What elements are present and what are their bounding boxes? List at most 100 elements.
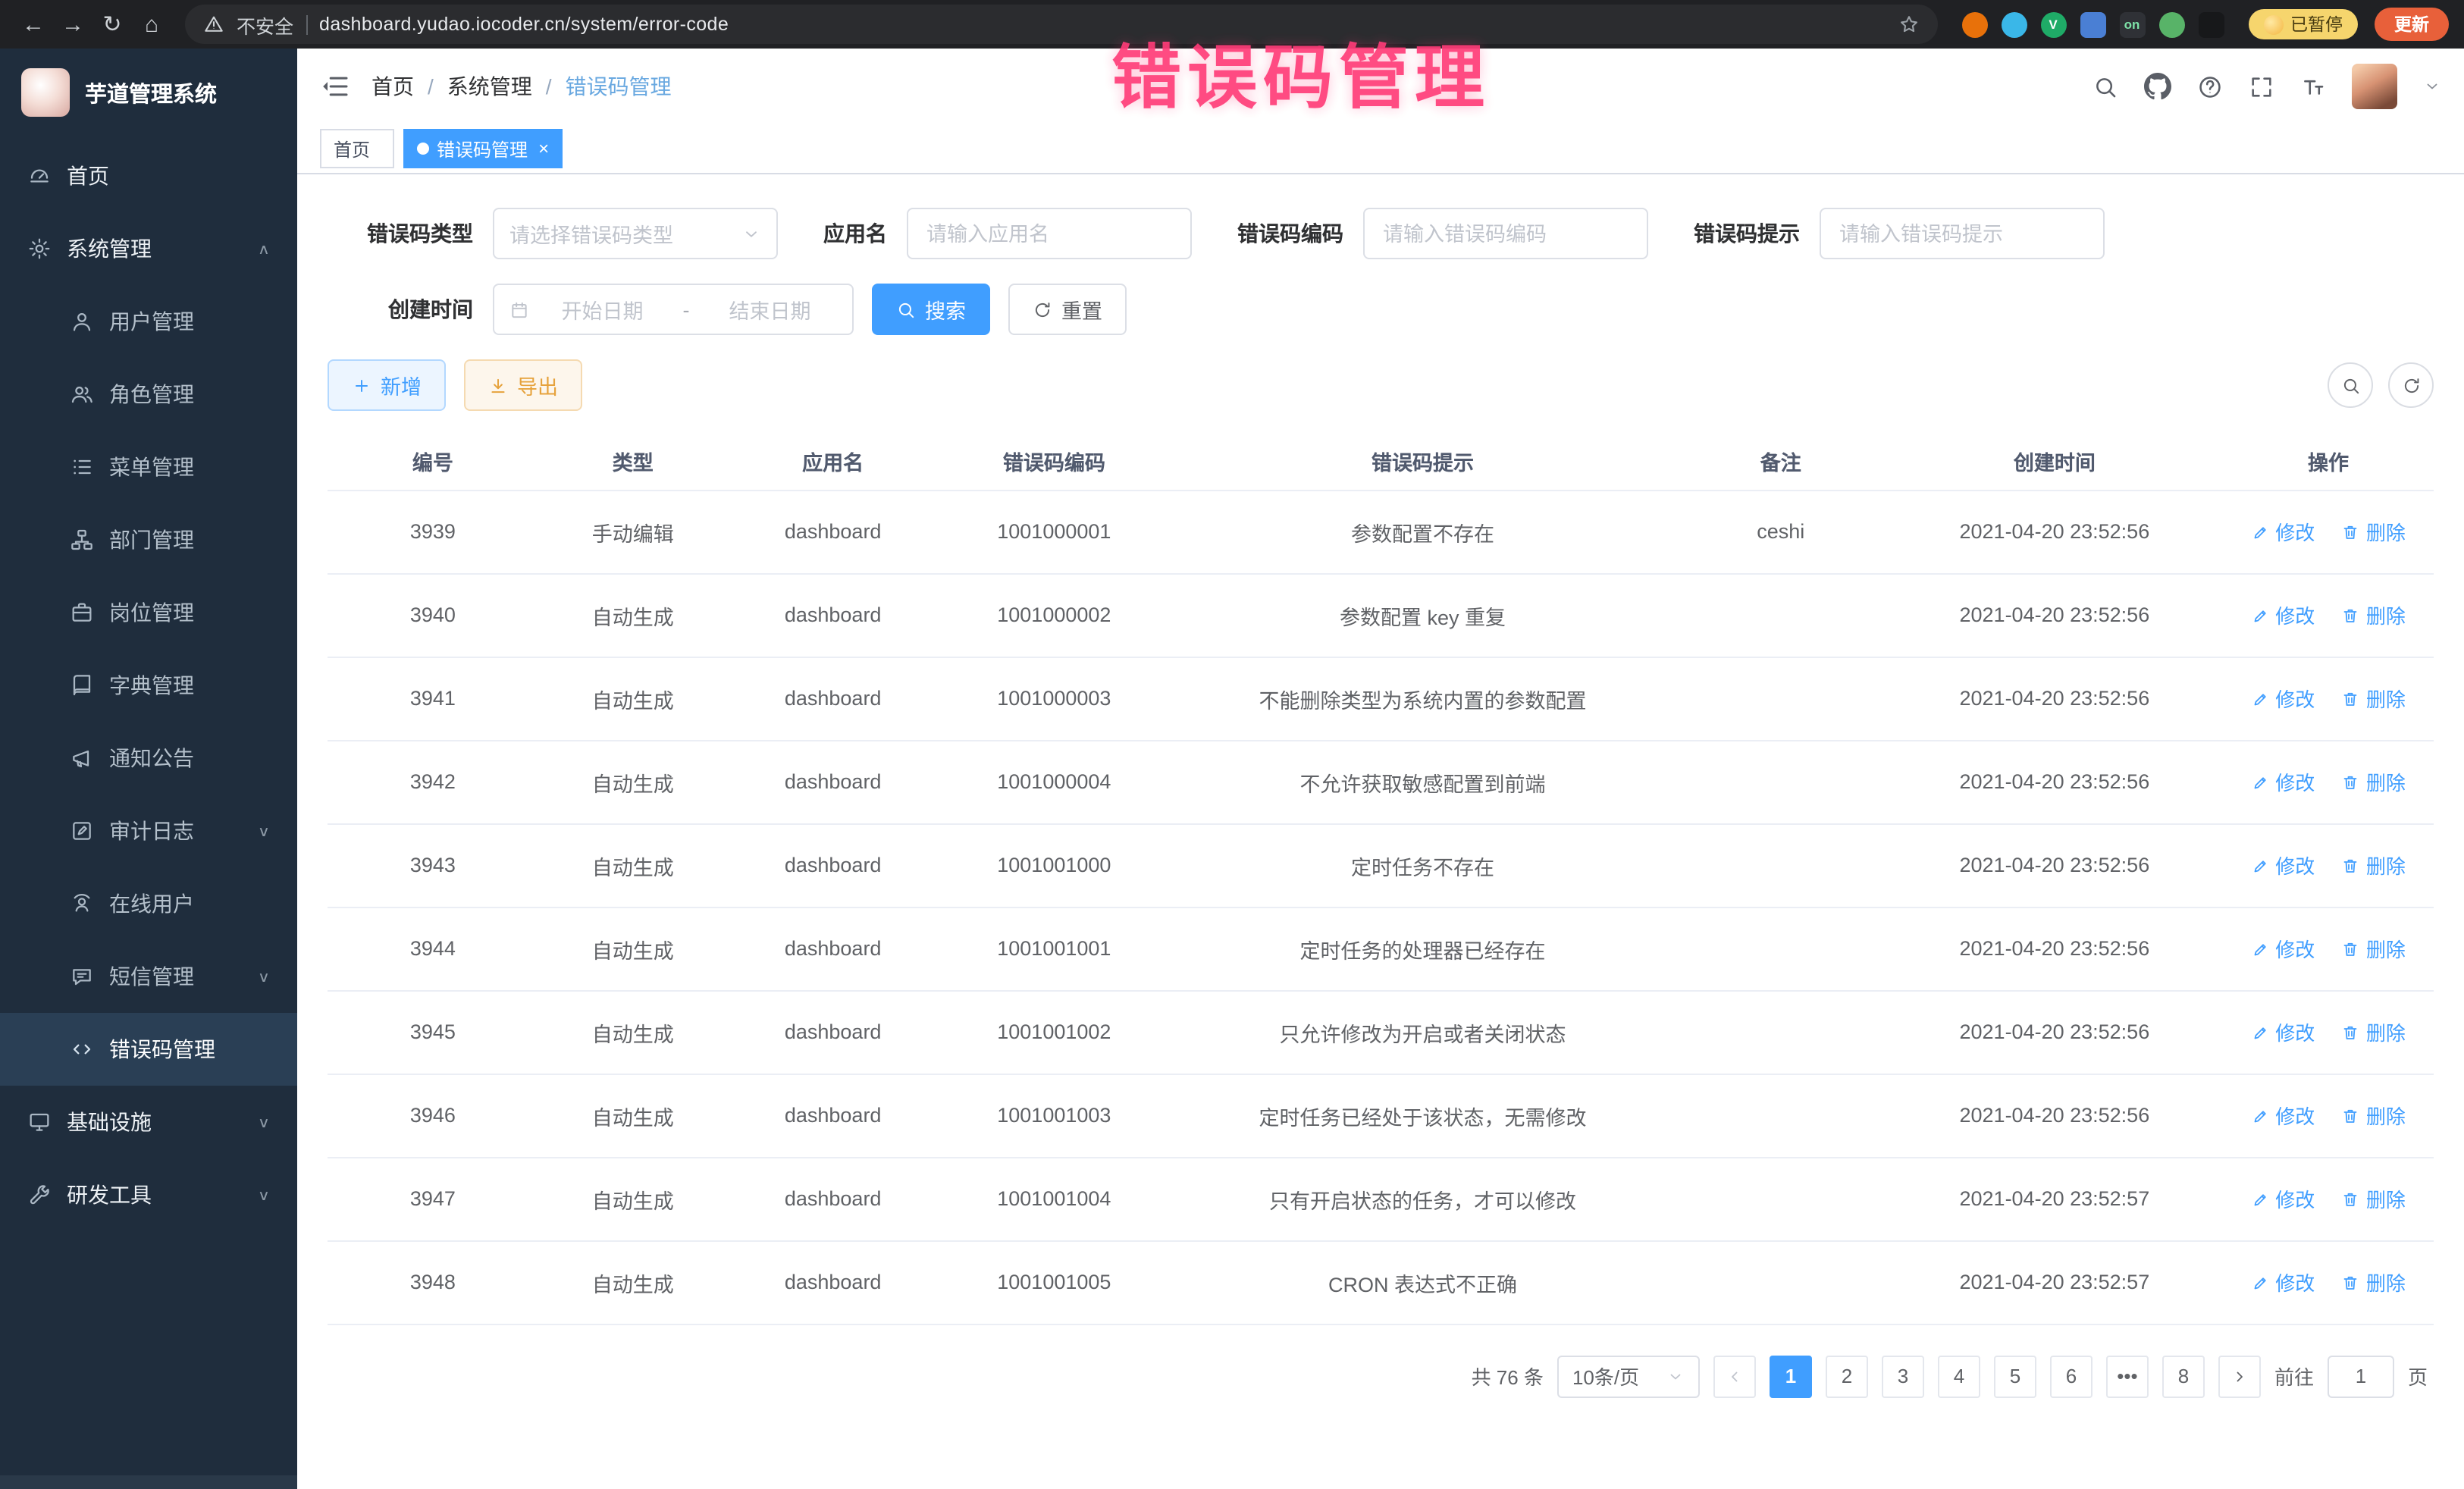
edit-link[interactable]: 修改 [2251, 684, 2315, 713]
cell-actions: 修改 删除 [2223, 823, 2434, 907]
delete-link[interactable]: 删除 [2342, 767, 2406, 796]
page-button[interactable]: 2 [1826, 1355, 1868, 1397]
delete-link[interactable]: 删除 [2342, 934, 2406, 963]
edit-link[interactable]: 修改 [2251, 851, 2315, 879]
sidebar-item[interactable]: 菜单管理 [0, 431, 297, 503]
delete-link[interactable]: 删除 [2342, 1184, 2406, 1213]
sidebar-item[interactable]: 通知公告 [0, 722, 297, 795]
browser-forward-button[interactable]: → [55, 6, 91, 42]
error-code-input[interactable] [1363, 208, 1648, 259]
page-tab[interactable]: 首页 [320, 129, 394, 168]
date-range-picker[interactable]: 开始日期 - 结束日期 [493, 284, 854, 335]
edit-link[interactable]: 修改 [2251, 767, 2315, 796]
paused-badge[interactable]: 已暂停 [2248, 9, 2358, 39]
sidebar-item-label: 角色管理 [109, 379, 194, 409]
prev-page-button[interactable] [1713, 1355, 1756, 1397]
edit-link[interactable]: 修改 [2251, 1184, 2315, 1213]
cell-app-name: dashboard [728, 1240, 939, 1324]
extension-icon[interactable] [2080, 11, 2105, 37]
filter-row-2: 创建时间 开始日期 - 结束日期 搜索 重置 [328, 284, 2434, 335]
sidebar-item[interactable]: 岗位管理 [0, 576, 297, 649]
sidebar-item[interactable]: 审计日志 ∨ [0, 795, 297, 867]
sidebar-item[interactable]: 字典管理 [0, 649, 297, 722]
help-icon[interactable] [2197, 74, 2223, 99]
sidebar-item[interactable]: 用户管理 [0, 285, 297, 358]
edit-link[interactable]: 修改 [2251, 600, 2315, 629]
sidebar-item[interactable]: 研发工具 ∨ [0, 1158, 297, 1231]
page-button[interactable]: ••• [2106, 1355, 2149, 1397]
breadcrumb-system[interactable]: 系统管理 [447, 71, 532, 102]
chevron-icon: ∨ [258, 968, 270, 985]
delete-link[interactable]: 删除 [2342, 600, 2406, 629]
extension-icon[interactable] [2198, 11, 2224, 37]
fullscreen-icon[interactable] [2249, 74, 2274, 99]
app-name-input[interactable] [907, 208, 1192, 259]
edit-link[interactable]: 修改 [2251, 934, 2315, 963]
star-icon[interactable] [1898, 14, 1919, 35]
sidebar-item[interactable]: 在线用户 [0, 867, 297, 940]
delete-link[interactable]: 删除 [2342, 1017, 2406, 1046]
breadcrumb-home[interactable]: 首页 [371, 71, 414, 102]
font-size-icon[interactable] [2300, 74, 2326, 99]
next-page-button[interactable] [2218, 1355, 2261, 1397]
add-button[interactable]: 新增 [328, 359, 446, 411]
sidebar-item[interactable]: 首页 [0, 139, 297, 212]
extension-icon[interactable] [1961, 11, 1987, 37]
extension-icon[interactable]: on [2119, 11, 2145, 37]
delete-link[interactable]: 删除 [2342, 851, 2406, 879]
delete-link-label: 删除 [2366, 517, 2406, 546]
tab-close-icon[interactable]: × [538, 138, 549, 159]
page-button[interactable]: 6 [2050, 1355, 2093, 1397]
delete-link[interactable]: 删除 [2342, 1268, 2406, 1296]
page-button[interactable]: 4 [1938, 1355, 1980, 1397]
page-button[interactable]: 8 [2162, 1355, 2205, 1397]
search-button[interactable]: 搜索 [872, 284, 990, 335]
extension-icon[interactable] [2158, 11, 2184, 37]
sidebar-item[interactable]: 角色管理 [0, 358, 297, 431]
delete-link[interactable]: 删除 [2342, 1101, 2406, 1130]
goto-label: 前往 [2274, 1362, 2314, 1390]
cell-error-message: 不能删除类型为系统内置的参数配置 [1170, 657, 1676, 740]
sidebar-item[interactable]: 部门管理 [0, 503, 297, 576]
hamburger-icon[interactable] [320, 71, 350, 102]
delete-icon [2342, 1023, 2360, 1041]
delete-link[interactable]: 删除 [2342, 684, 2406, 713]
edit-link[interactable]: 修改 [2251, 1268, 2315, 1296]
extension-icon[interactable] [2001, 11, 2027, 37]
page-button[interactable]: 5 [1994, 1355, 2036, 1397]
github-icon[interactable] [2144, 73, 2171, 100]
search-icon[interactable] [2093, 74, 2118, 99]
browser-back-button[interactable]: ← [15, 6, 52, 42]
extension-icon[interactable]: V [2040, 11, 2066, 37]
error-type-select[interactable]: 请选择错误码类型 [493, 208, 778, 259]
export-button[interactable]: 导出 [464, 359, 582, 411]
address-bar[interactable]: 不安全 dashboard.yudao.iocoder.cn/system/er… [185, 5, 1937, 44]
sidebar-item[interactable]: 短信管理 ∨ [0, 940, 297, 1013]
cell-type: 自动生成 [538, 990, 728, 1074]
edit-link[interactable]: 修改 [2251, 1101, 2315, 1130]
update-button[interactable]: 更新 [2375, 8, 2449, 41]
refresh-table-button[interactable] [2388, 362, 2434, 408]
cell-app-name: dashboard [728, 1157, 939, 1240]
page-tab[interactable]: 错误码管理 × [403, 129, 563, 168]
browser-reload-button[interactable]: ↻ [94, 6, 130, 42]
edit-link[interactable]: 修改 [2251, 517, 2315, 546]
goto-page-input[interactable] [2328, 1355, 2394, 1397]
page-button[interactable]: 3 [1882, 1355, 1924, 1397]
caret-down-icon[interactable] [2423, 77, 2441, 96]
app-logo[interactable]: 芋道管理系统 [0, 49, 297, 136]
browser-home-button[interactable]: ⌂ [133, 6, 170, 42]
sidebar-item[interactable]: 基础设施 ∨ [0, 1086, 297, 1158]
column-header: 创建时间 [1886, 432, 2223, 490]
page-button[interactable]: 1 [1770, 1355, 1812, 1397]
error-msg-input[interactable] [1820, 208, 2105, 259]
sidebar-item[interactable]: 错误码管理 [0, 1013, 297, 1086]
page-size-select[interactable]: 10条/页 [1557, 1355, 1700, 1397]
toggle-search-button[interactable] [2328, 362, 2373, 408]
delete-link-label: 删除 [2366, 1268, 2406, 1296]
reset-button[interactable]: 重置 [1008, 284, 1127, 335]
edit-link[interactable]: 修改 [2251, 1017, 2315, 1046]
user-avatar[interactable] [2352, 64, 2397, 109]
delete-link[interactable]: 删除 [2342, 517, 2406, 546]
sidebar-item[interactable]: 系统管理 ∧ [0, 212, 297, 285]
